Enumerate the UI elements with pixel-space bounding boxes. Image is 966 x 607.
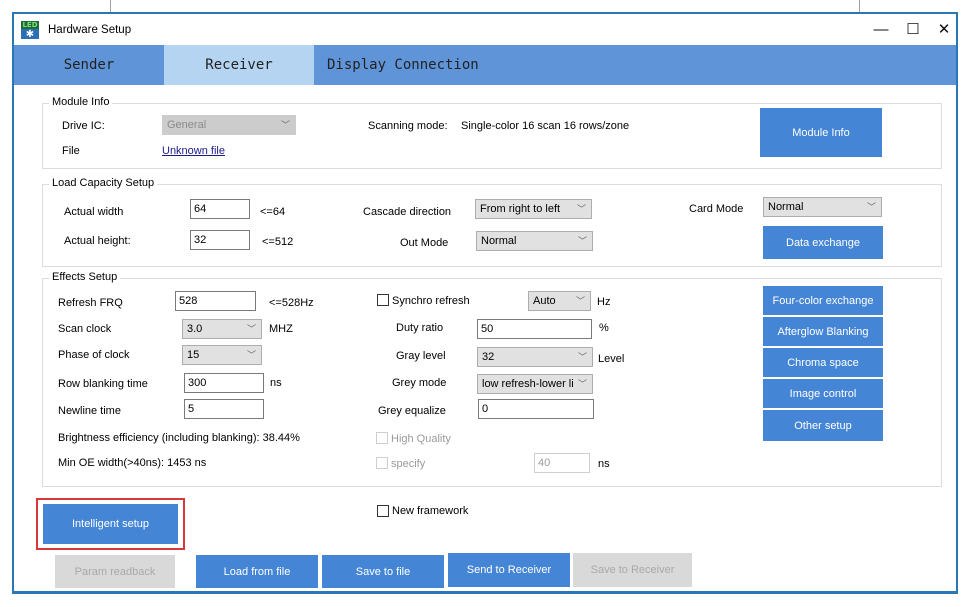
tab-bar: Sender Receiver Display Connection [14,45,956,85]
group-title: Effects Setup [49,271,121,283]
actual-height-label: Actual height: [64,235,131,247]
grey-mode-label: Grey mode [392,377,447,389]
chevron-down-icon: ﹀ [577,352,587,362]
scanning-mode-label: Scanning mode: [368,120,448,132]
specify-input[interactable]: 40 [534,453,590,473]
scan-clock-unit: MHZ [269,323,293,335]
new-framework-label: New framework [392,505,469,517]
send-to-receiver-button[interactable]: Send to Receiver [448,553,570,587]
group-title: Load Capacity Setup [49,177,158,189]
other-setup-button[interactable]: Other setup [763,410,883,441]
file-label: File [62,145,80,157]
four-color-exchange-button[interactable]: Four-color exchange [763,286,883,315]
synchro-refresh-checkbox[interactable] [377,294,389,306]
refresh-frq-input[interactable]: 528 [175,291,256,311]
new-framework-checkbox[interactable] [377,505,389,517]
cascade-direction-label: Cascade direction [363,206,452,218]
chroma-space-button[interactable]: Chroma space [763,348,883,377]
gray-level-label: Gray level [396,350,446,362]
duty-ratio-input[interactable]: 50 [477,319,592,339]
title-bar: LED ✱ Hardware Setup — ☐ ✕ [14,14,956,45]
card-mode-select[interactable]: Normal ﹀ [763,197,882,217]
actual-width-label: Actual width [64,206,124,218]
minimize-button[interactable]: — [866,18,896,42]
gear-icon: ✱ [25,29,35,40]
out-mode-label: Out Mode [400,237,449,249]
unknown-file-link[interactable]: Unknown file [162,145,225,157]
phase-of-clock-select[interactable]: 15 ﹀ [182,345,262,365]
synchro-refresh-select[interactable]: Auto ﹀ [528,291,591,311]
out-mode-select[interactable]: Normal ﹀ [476,231,593,251]
duty-ratio-unit: % [599,322,609,334]
chevron-down-icon: ﹀ [866,202,876,212]
specify-checkbox[interactable] [376,457,388,469]
hardware-setup-window: LED ✱ Hardware Setup — ☐ ✕ Sender Receiv… [12,12,958,594]
grey-equalize-label: Grey equalize [378,405,446,417]
drive-ic-select[interactable]: General ﹀ [162,115,296,135]
afterglow-blanking-button[interactable]: Afterglow Blanking [763,317,883,346]
brightness-efficiency: Brightness efficiency (including blankin… [58,432,300,444]
data-exchange-button[interactable]: Data exchange [763,226,883,259]
actual-height-limit: <=512 [262,236,294,248]
high-quality-checkbox[interactable] [376,432,388,444]
param-readback-button[interactable]: Param readback [55,555,175,588]
chevron-down-icon: ﹀ [280,120,290,130]
group-title: Module Info [49,96,113,108]
actual-height-input[interactable]: 32 [190,230,250,250]
tab-receiver[interactable]: Receiver [164,45,314,85]
chevron-down-icon: ﹀ [575,296,585,306]
window-title: Hardware Setup [48,24,132,36]
card-mode-label: Card Mode [689,203,744,215]
duty-ratio-label: Duty ratio [396,322,444,334]
row-blanking-label: Row blanking time [58,378,148,390]
intelligent-setup-button[interactable]: Intelligent setup [43,504,178,544]
chevron-down-icon: ﹀ [246,324,256,334]
drive-ic-label: Drive IC: [62,120,105,132]
newline-time-input[interactable]: 5 [184,399,264,419]
chevron-down-icon: ﹀ [577,236,587,246]
actual-width-input[interactable]: 64 [190,199,250,219]
synchro-refresh-label: Synchro refresh [392,295,470,307]
save-to-file-button[interactable]: Save to file [322,555,444,588]
gray-level-select[interactable]: 32 ﹀ [477,347,593,367]
row-blanking-input[interactable]: 300 [184,373,264,393]
scanning-mode-value: Single-color 16 scan 16 rows/zone [461,120,630,132]
row-blanking-unit: ns [270,377,282,389]
grey-equalize-input[interactable]: 0 [478,399,594,419]
load-from-file-button[interactable]: Load from file [196,555,318,588]
gray-level-unit: Level [598,353,625,365]
scan-clock-select[interactable]: 3.0 ﹀ [182,319,262,339]
tab-display-connection[interactable]: Display Connection [314,45,497,85]
grey-mode-select[interactable]: low refresh-lower li ﹀ [477,374,593,394]
synchro-refresh-unit: Hz [597,296,611,308]
led-app-icon: LED ✱ [21,21,39,40]
scan-clock-label: Scan clock [58,323,112,335]
refresh-frq-label: Refresh FRQ [58,297,123,309]
maximize-button[interactable]: ☐ [898,18,928,42]
module-info-button[interactable]: Module Info [760,108,882,157]
high-quality-label: High Quality [391,433,451,445]
specify-label: specify [391,458,426,470]
specify-unit: ns [598,458,610,470]
refresh-frq-limit: <=528Hz [269,297,314,309]
min-oe-width: Min OE width(>40ns): 1453 ns [58,457,207,469]
chevron-down-icon: ﹀ [576,204,586,214]
chevron-down-icon: ﹀ [246,350,256,360]
cascade-direction-select[interactable]: From right to left ﹀ [475,199,592,219]
newline-time-label: Newline time [58,405,121,417]
save-to-receiver-button[interactable]: Save to Receiver [573,553,692,587]
actual-width-limit: <=64 [260,206,286,218]
chevron-down-icon: ﹀ [577,379,587,389]
tab-sender[interactable]: Sender [14,45,164,85]
image-control-button[interactable]: Image control [763,379,883,408]
close-button[interactable]: ✕ [929,18,959,42]
phase-of-clock-label: Phase of clock [58,349,130,361]
